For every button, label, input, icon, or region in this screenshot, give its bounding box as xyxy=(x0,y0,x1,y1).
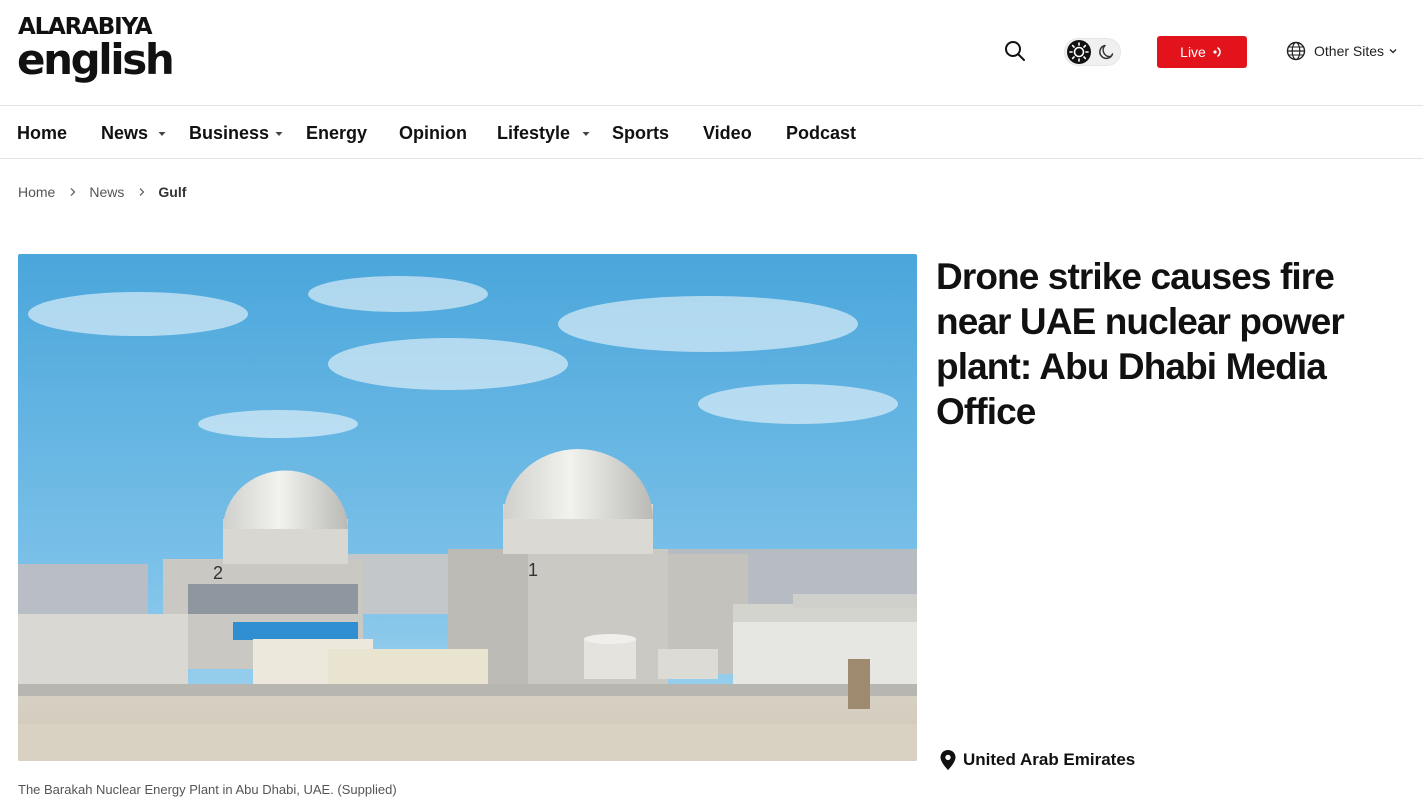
unit-label-2: 2 xyxy=(213,563,223,583)
nav-item-news[interactable]: News xyxy=(101,122,148,144)
live-broadcast-icon xyxy=(1213,47,1221,57)
nav-item-business[interactable]: Business xyxy=(189,122,269,144)
site-logo[interactable]: ALARABIYA english xyxy=(17,14,175,90)
globe-icon xyxy=(1286,41,1306,61)
other-sites-label: Other Sites xyxy=(1314,43,1385,59)
search-icon xyxy=(1005,41,1025,61)
site-header: ALARABIYA english Live Other Sites xyxy=(0,0,1423,106)
nav-item-lifestyle[interactable]: Lifestyle xyxy=(497,122,570,144)
location-tag[interactable]: United Arab Emirates xyxy=(940,749,1135,771)
image-caption: The Barakah Nuclear Energy Plant in Abu … xyxy=(18,782,397,797)
theme-toggle[interactable] xyxy=(1064,38,1121,66)
sun-icon[interactable] xyxy=(1067,40,1091,64)
article-headline: Drone strike causes fire near UAE nuclea… xyxy=(936,256,1345,432)
breadcrumb-current[interactable]: Gulf xyxy=(158,184,186,200)
nuclear-plant-illustration: 2 1 xyxy=(18,254,917,761)
chevron-right-icon xyxy=(70,188,76,196)
main-nav: Home News Business Energy Opinion Lifest… xyxy=(0,106,1423,159)
chevron-down-icon[interactable] xyxy=(581,130,591,138)
breadcrumb-home[interactable]: Home xyxy=(18,184,55,200)
chevron-right-icon xyxy=(139,188,145,196)
breadcrumb: Home News Gulf xyxy=(18,183,186,201)
breadcrumb-news[interactable]: News xyxy=(89,184,124,200)
live-button[interactable]: Live xyxy=(1157,36,1247,68)
search-button[interactable] xyxy=(1003,39,1027,63)
nav-item-sports[interactable]: Sports xyxy=(612,122,669,144)
live-label: Live xyxy=(1180,44,1206,60)
other-sites-dropdown[interactable]: Other Sites xyxy=(1286,40,1398,62)
nav-item-opinion[interactable]: Opinion xyxy=(399,122,467,144)
moon-icon[interactable] xyxy=(1097,42,1117,62)
nav-item-energy[interactable]: Energy xyxy=(306,122,367,144)
unit-label-1: 1 xyxy=(528,560,538,580)
location-label: United Arab Emirates xyxy=(963,750,1136,769)
logo-bottom-text: english xyxy=(17,35,175,84)
article-hero-image: 2 1 xyxy=(18,254,917,761)
location-pin-icon xyxy=(940,750,956,770)
nav-item-home[interactable]: Home xyxy=(17,122,67,144)
nav-item-podcast[interactable]: Podcast xyxy=(786,122,856,144)
chevron-down-icon xyxy=(1389,49,1397,54)
chevron-down-icon[interactable] xyxy=(157,130,167,138)
nav-item-video[interactable]: Video xyxy=(703,122,752,144)
chevron-down-icon[interactable] xyxy=(274,130,284,138)
